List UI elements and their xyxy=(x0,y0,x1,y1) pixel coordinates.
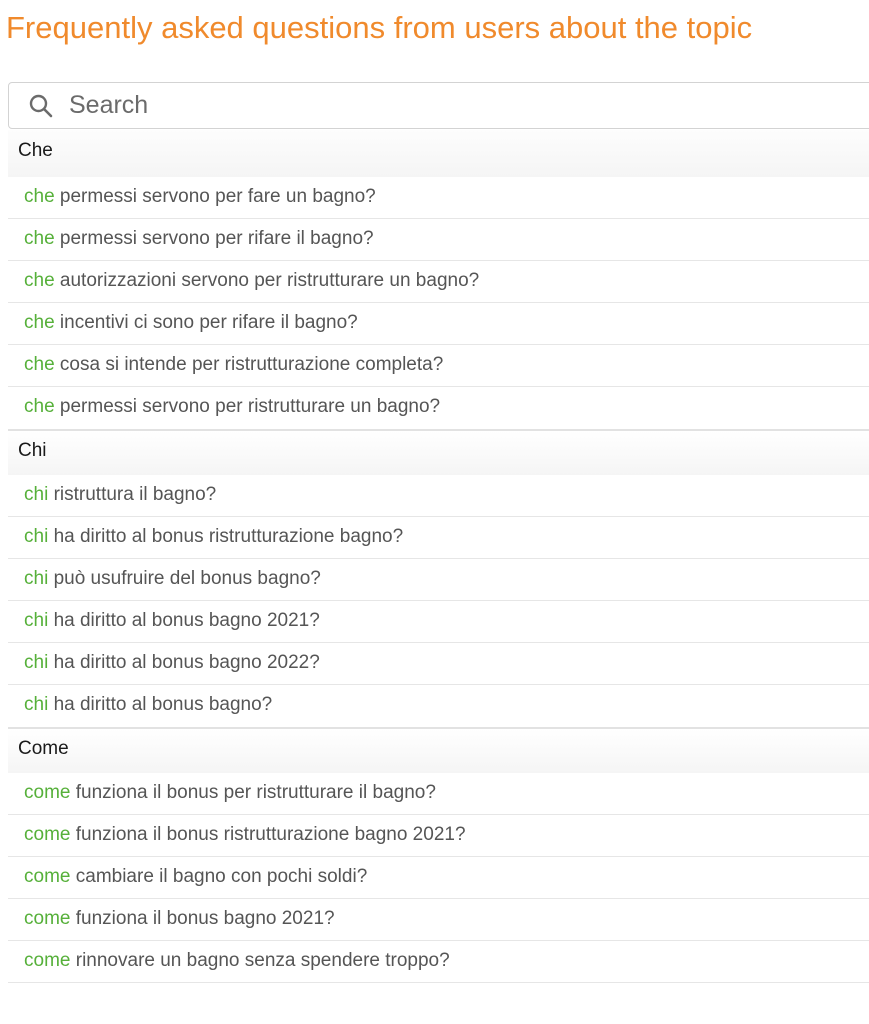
faq-keyword: che xyxy=(24,228,55,249)
faq-keyword: che xyxy=(24,186,55,207)
search-box[interactable] xyxy=(8,82,869,129)
group-header: Chi xyxy=(8,431,869,475)
faq-item[interactable]: che permessi servono per fare un bagno? xyxy=(8,177,869,219)
faq-keyword: chi xyxy=(24,610,49,631)
faq-keyword: che xyxy=(24,312,55,333)
faq-item[interactable]: chi ha diritto al bonus bagno 2022? xyxy=(8,643,869,685)
faq-text: permessi servono per ristrutturare un ba… xyxy=(54,396,441,417)
faq-text: funziona il bonus ristrutturazione bagno… xyxy=(70,824,466,845)
faq-item[interactable]: che cosa si intende per ristrutturazione… xyxy=(8,345,869,387)
faq-item[interactable]: che permessi servono per rifare il bagno… xyxy=(8,219,869,261)
faq-keyword: come xyxy=(24,866,71,887)
faq-group-che: Che che permessi servono per fare un bag… xyxy=(8,130,869,429)
faq-text: ristruttura il bagno? xyxy=(48,484,217,505)
faq-keyword: chi xyxy=(24,694,49,715)
faq-keyword: che xyxy=(24,396,55,417)
faq-keyword: che xyxy=(24,354,55,375)
faq-text: ha diritto al bonus ristrutturazione bag… xyxy=(48,526,404,547)
page-title: Frequently asked questions from users ab… xyxy=(6,10,753,45)
faq-page: Frequently asked questions from users ab… xyxy=(0,0,869,1024)
faq-item[interactable]: chi ha diritto al bonus bagno? xyxy=(8,685,869,727)
search-input[interactable] xyxy=(69,85,869,126)
faq-text: può usufruire del bonus bagno? xyxy=(48,568,321,589)
faq-text: cambiare il bagno con pochi soldi? xyxy=(70,866,368,887)
group-header: Che xyxy=(8,130,869,177)
group-header: Come xyxy=(8,729,869,773)
faq-keyword: chi xyxy=(24,568,49,589)
faq-item[interactable]: che autorizzazioni servono per ristruttu… xyxy=(8,261,869,303)
faq-item[interactable]: come funziona il bonus bagno 2021? xyxy=(8,899,869,941)
faq-keyword: chi xyxy=(24,526,49,547)
faq-text: ha diritto al bonus bagno? xyxy=(48,694,273,715)
faq-item[interactable]: chi ristruttura il bagno? xyxy=(8,475,869,517)
faq-keyword: come xyxy=(24,782,71,803)
faq-item[interactable]: come rinnovare un bagno senza spendere t… xyxy=(8,941,869,983)
faq-text: incentivi ci sono per rifare il bagno? xyxy=(54,312,358,333)
faq-text: rinnovare un bagno senza spendere troppo… xyxy=(70,950,450,971)
search-icon xyxy=(27,92,55,120)
faq-keyword: come xyxy=(24,950,71,971)
faq-item[interactable]: come funziona il bonus ristrutturazione … xyxy=(8,815,869,857)
faq-item[interactable]: come cambiare il bagno con pochi soldi? xyxy=(8,857,869,899)
faq-keyword: come xyxy=(24,824,71,845)
faq-keyword: chi xyxy=(24,652,49,673)
faq-text: autorizzazioni servono per ristrutturare… xyxy=(54,270,480,291)
faq-text: funziona il bonus per ristrutturare il b… xyxy=(70,782,436,803)
faq-item[interactable]: chi ha diritto al bonus ristrutturazione… xyxy=(8,517,869,559)
faq-text: cosa si intende per ristrutturazione com… xyxy=(54,354,444,375)
faq-text: permessi servono per rifare il bagno? xyxy=(54,228,374,249)
faq-group-come: Come come funziona il bonus per ristrutt… xyxy=(8,727,869,983)
faq-group-chi: Chi chi ristruttura il bagno? chi ha dir… xyxy=(8,429,869,727)
faq-text: permessi servono per fare un bagno? xyxy=(54,186,376,207)
faq-text: ha diritto al bonus bagno 2022? xyxy=(48,652,320,673)
faq-item[interactable]: che incentivi ci sono per rifare il bagn… xyxy=(8,303,869,345)
faq-item[interactable]: chi può usufruire del bonus bagno? xyxy=(8,559,869,601)
faq-text: funziona il bonus bagno 2021? xyxy=(70,908,335,929)
faq-keyword: chi xyxy=(24,484,49,505)
faq-text: ha diritto al bonus bagno 2021? xyxy=(48,610,320,631)
faq-item[interactable]: come funziona il bonus per ristrutturare… xyxy=(8,773,869,815)
faq-keyword: come xyxy=(24,908,71,929)
faq-item[interactable]: chi ha diritto al bonus bagno 2021? xyxy=(8,601,869,643)
faq-groups: Che che permessi servono per fare un bag… xyxy=(8,130,869,983)
faq-keyword: che xyxy=(24,270,55,291)
faq-item[interactable]: che permessi servono per ristrutturare u… xyxy=(8,387,869,429)
